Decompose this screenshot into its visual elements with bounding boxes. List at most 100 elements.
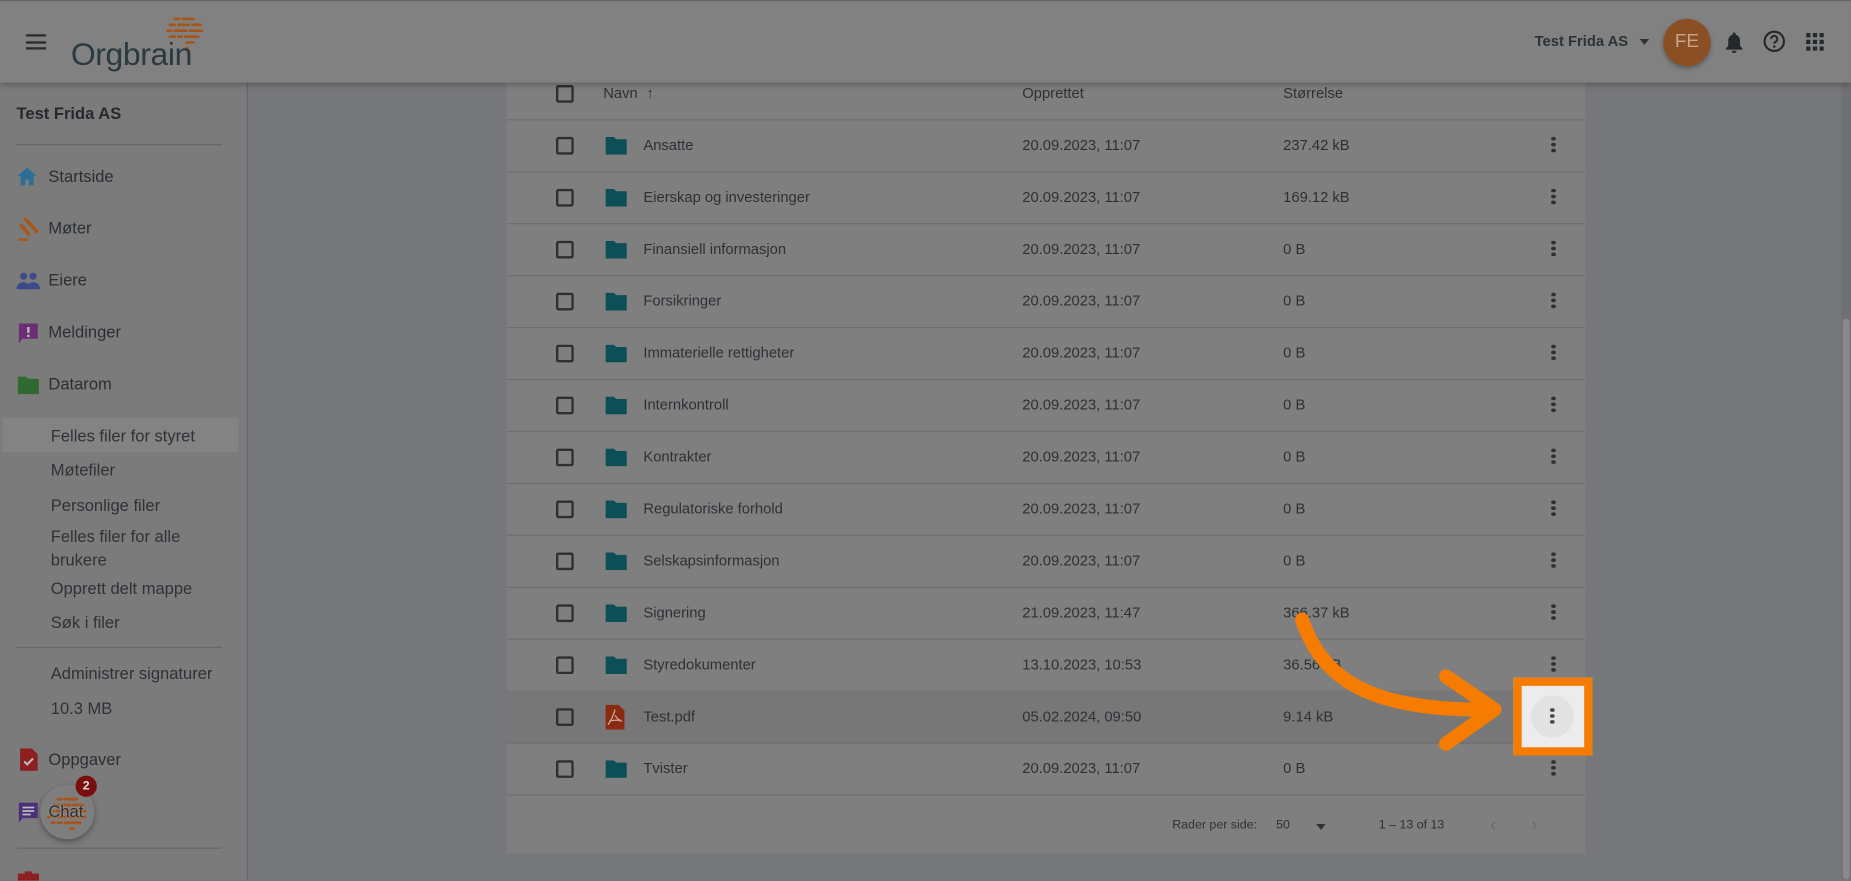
chat-badge: 2 <box>75 775 97 797</box>
table-row[interactable]: Regulatoriske forhold 20.09.2023, 11:07 … <box>506 483 1586 536</box>
help-icon[interactable] <box>1762 30 1786 54</box>
more-options-button[interactable] <box>1545 654 1562 675</box>
file-name[interactable]: Selskapsinformasjon <box>643 535 779 587</box>
message-alert-icon <box>18 323 38 344</box>
scrollbar-thumb[interactable] <box>1842 318 1850 880</box>
row-checkbox[interactable] <box>556 240 574 259</box>
file-name[interactable]: Regulatoriske forhold <box>643 483 782 535</box>
table-header: Navn ↑ Opprettet Størrelse <box>506 81 1586 121</box>
row-checkbox[interactable] <box>556 708 574 726</box>
more-options-button[interactable] <box>1545 446 1562 467</box>
table-row[interactable]: Selskapsinformasjon 20.09.2023, 11:07 0 … <box>506 535 1586 588</box>
briefcase-icon <box>17 871 39 881</box>
bell-icon[interactable] <box>1724 31 1745 55</box>
file-name[interactable]: Test.pdf <box>643 691 695 743</box>
column-header-created[interactable]: Opprettet <box>1022 85 1084 102</box>
row-checkbox[interactable] <box>556 448 574 467</box>
more-options-button[interactable] <box>1545 498 1562 519</box>
sidebar-item-label: Oppgaver <box>48 749 121 769</box>
file-name[interactable]: Ansatte <box>643 119 693 171</box>
file-size: 0 B <box>1283 448 1306 466</box>
table-row[interactable]: Eierskap og investeringer 20.09.2023, 11… <box>506 171 1586 225</box>
row-checkbox[interactable] <box>556 656 574 675</box>
top-bar: Orgbrain Test Frida AS FE <box>0 0 1851 83</box>
next-page-button[interactable]: › <box>1531 816 1537 837</box>
sidebar-item-startside[interactable]: Startside <box>17 163 229 191</box>
sidebar-subitem-personlige-filer[interactable]: Personlige filer <box>51 496 160 515</box>
column-header-name-label: Navn <box>603 84 638 102</box>
file-name[interactable]: Tvister <box>643 743 687 795</box>
menu-icon[interactable] <box>25 34 47 50</box>
sidebar-subitem-label: Felles filer for styret <box>50 426 195 446</box>
sidebar-subitem-motefiler[interactable]: Møtefiler <box>51 460 115 479</box>
apps-grid-icon[interactable] <box>1806 33 1824 51</box>
column-header-name[interactable]: Navn ↑ <box>603 85 654 102</box>
file-name[interactable]: Eierskap og investeringer <box>643 171 810 223</box>
more-options-button[interactable] <box>1545 394 1562 415</box>
more-options-button[interactable] <box>1545 238 1562 259</box>
table-row[interactable]: Ansatte 20.09.2023, 11:07 237.42 kB <box>506 119 1586 173</box>
file-name[interactable]: Finansiell informasjon <box>643 223 786 275</box>
sidebar-item-chat[interactable]: Chat <box>17 798 229 826</box>
more-options-button[interactable] <box>1545 187 1562 208</box>
created-date: 21.09.2023, 11:47 <box>1022 604 1141 621</box>
previous-page-button[interactable]: ‹ <box>1490 816 1496 837</box>
more-options-button[interactable] <box>1545 135 1562 156</box>
more-options-button[interactable] <box>1545 290 1562 311</box>
arrow-up-icon: ↑ <box>646 84 654 102</box>
rows-per-page-select[interactable]: 50 <box>1276 813 1335 837</box>
more-options-button[interactable] <box>1545 342 1562 363</box>
table-row[interactable]: Internkontroll 20.09.2023, 11:07 0 B <box>506 379 1586 433</box>
company-selector[interactable]: Test Frida AS <box>1535 33 1649 50</box>
row-checkbox[interactable] <box>556 604 574 623</box>
file-name[interactable]: Forsikringer <box>643 275 721 327</box>
more-options-button[interactable] <box>1545 550 1562 571</box>
sidebar-subitem-felles-filer-for-styret[interactable]: Felles filer for styret <box>2 417 239 453</box>
gavel-icon <box>17 217 40 241</box>
rows-per-page-value: 50 <box>1276 818 1290 833</box>
row-checkbox[interactable] <box>556 760 574 778</box>
orgbrain-logo[interactable]: Orgbrain <box>71 11 213 76</box>
sidebar-item-datarom[interactable]: Datarom <box>17 371 229 399</box>
sidebar-subitem-sok-i-filer[interactable]: Søk i filer <box>51 613 120 632</box>
divider <box>16 847 222 849</box>
row-checkbox[interactable] <box>556 188 574 207</box>
folder-icon <box>605 760 627 778</box>
created-date: 20.09.2023, 11:07 <box>1022 448 1141 466</box>
table-row[interactable]: Kontrakter 20.09.2023, 11:07 0 B <box>506 431 1586 484</box>
row-checkbox[interactable] <box>556 292 574 311</box>
avatar[interactable]: FE <box>1663 18 1711 67</box>
folder-icon <box>605 500 627 519</box>
select-all-checkbox[interactable] <box>556 84 574 103</box>
table-row[interactable]: Finansiell informasjon 20.09.2023, 11:07… <box>506 223 1586 277</box>
file-name[interactable]: Styredokumenter <box>643 639 755 691</box>
file-name[interactable]: Internkontroll <box>643 379 728 431</box>
sidebar-subitem-administrer-signaturer[interactable]: Administrer signaturer <box>51 663 213 682</box>
divider <box>16 646 222 649</box>
row-checkbox[interactable] <box>556 344 574 363</box>
row-checkbox[interactable] <box>556 136 574 155</box>
row-checkbox[interactable] <box>556 396 574 415</box>
file-name[interactable]: Signering <box>643 587 705 639</box>
more-options-button[interactable] <box>1545 602 1562 623</box>
column-header-size[interactable]: Størrelse <box>1283 85 1343 102</box>
sidebar-item-oppgaver[interactable]: Oppgaver <box>17 746 229 774</box>
logo-text: Orgbrain <box>70 36 193 73</box>
sidebar-item-eiere[interactable]: Eiere <box>16 267 229 295</box>
sidebar-item-moter[interactable]: Møter <box>17 215 229 243</box>
folder-icon <box>605 552 627 571</box>
row-checkbox[interactable] <box>556 500 574 519</box>
sidebar-subitem-opprett-delt-mappe[interactable]: Opprett delt mappe <box>51 578 192 597</box>
file-name[interactable]: Kontrakter <box>643 431 711 483</box>
sidebar-subitem-felles-filer-for-alle-brukere[interactable]: Felles filer for alle brukere <box>51 524 204 571</box>
row-checkbox[interactable] <box>556 552 574 571</box>
sidebar-item-label: Datarom <box>48 374 112 394</box>
file-size: 0 B <box>1283 552 1306 569</box>
created-date: 13.10.2023, 10:53 <box>1022 656 1142 673</box>
file-name[interactable]: Immaterielle rettigheter <box>643 327 794 379</box>
table-row[interactable]: Forsikringer 20.09.2023, 11:07 0 B <box>506 275 1586 329</box>
sidebar-item-meldinger[interactable]: Meldinger <box>17 319 229 347</box>
more-options-button-highlighted[interactable] <box>1531 695 1574 738</box>
table-row[interactable]: Immaterielle rettigheter 20.09.2023, 11:… <box>506 327 1586 381</box>
more-options-button[interactable] <box>1545 758 1562 779</box>
